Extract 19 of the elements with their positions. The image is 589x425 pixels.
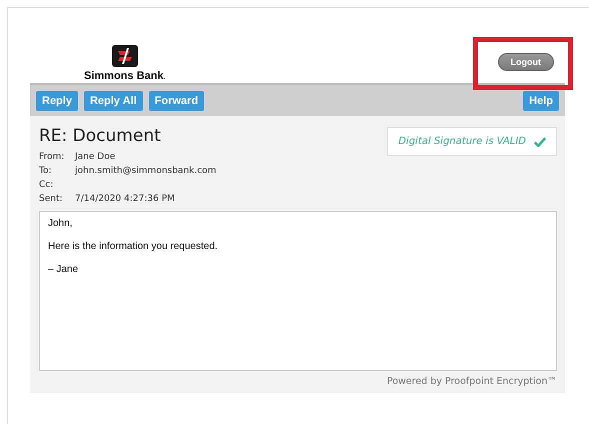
header-value: john.smith@simmonsbank.com <box>75 166 216 176</box>
logout-button[interactable]: Logout <box>498 53 554 71</box>
header-value: 7/14/2020 4:27:36 PM <box>75 194 176 204</box>
footer-text: Powered by Proofpoint Encryption™ <box>386 376 557 387</box>
signature-text: Digital Signature is VALID <box>398 136 526 147</box>
header-label: To: <box>39 166 53 176</box>
toolbar-button[interactable]: Forward <box>148 91 204 111</box>
help-button[interactable]: Help <box>523 91 559 111</box>
header-label: From: <box>39 152 66 162</box>
body-paragraph: John, <box>48 218 74 229</box>
body-paragraph: – Jane <box>48 264 80 275</box>
toolbar-button[interactable]: Reply All <box>84 91 143 111</box>
message-subject: RE: Document <box>39 126 162 146</box>
header-label: Sent: <box>39 194 64 204</box>
toolbar-button[interactable]: Reply <box>36 91 78 111</box>
body-paragraph: Here is the information you requested. <box>48 241 219 252</box>
bank-logo-icon <box>112 45 138 67</box>
header-value: Jane Doe <box>75 152 116 162</box>
header-label: Cc: <box>39 180 54 190</box>
